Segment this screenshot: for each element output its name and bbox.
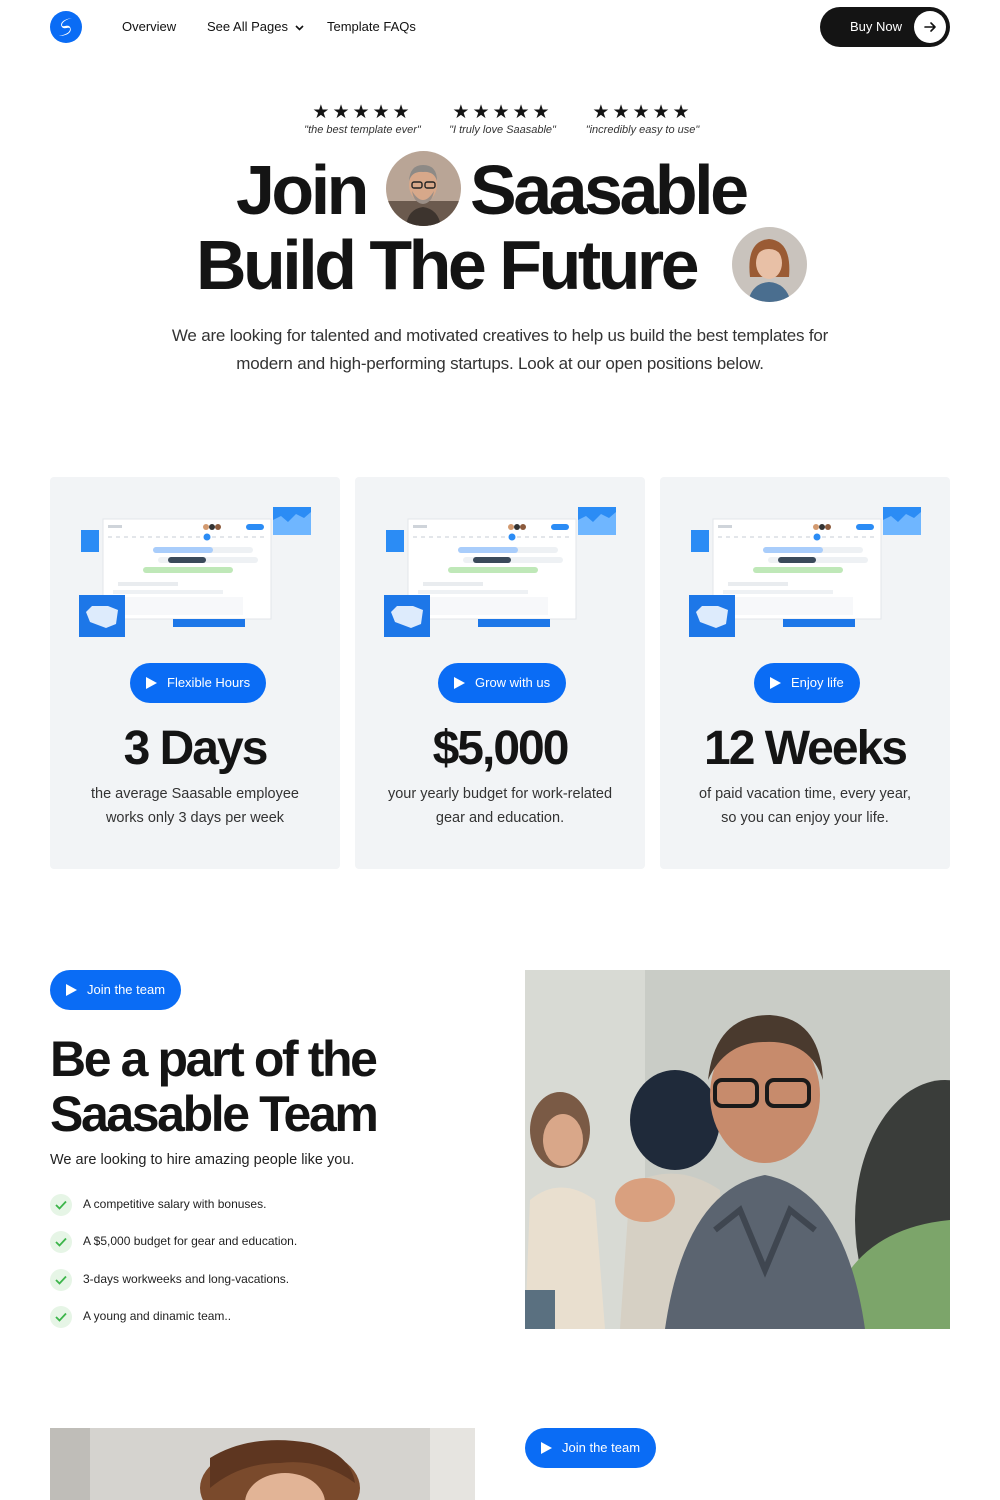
pill-label: Grow with us (475, 675, 551, 690)
pill-label: Flexible Hours (167, 675, 251, 690)
review-1: ★★★★★ "the best template ever" (295, 102, 430, 136)
stat-value: 12 Weeks (704, 722, 908, 775)
star-rating: ★★★★★ (452, 102, 553, 123)
dashboard-mockup-illustration (384, 507, 616, 637)
team-title-line1: Be a part of the (50, 1031, 378, 1087)
pill-label: Join the team (87, 982, 166, 997)
saasable-logo-icon[interactable] (50, 11, 82, 43)
stat-value: $5,000 (432, 722, 570, 775)
team-title-line2: Saasable Team (50, 1086, 379, 1142)
buy-now-button[interactable]: Buy Now (820, 7, 950, 47)
pill-label: Enjoy life (791, 675, 844, 690)
avatar-man (386, 151, 461, 226)
review-quote: "I truly love Saasable" (449, 124, 556, 136)
benefit-card-enjoy-life: Enjoy life 12 Weeks of paid vacation tim… (660, 477, 950, 869)
benefit-card-flexible-hours: Flexible Hours 3 Days the average Saasab… (50, 477, 340, 869)
hero-title-build-the-future: Build The Future (196, 226, 700, 304)
play-icon (146, 677, 157, 689)
nav-link-template-faqs[interactable]: Template FAQs (327, 19, 416, 34)
team-subtitle: We are looking to hire amazing people li… (50, 1152, 355, 1168)
star-rating: ★★★★★ (592, 102, 693, 123)
check-icon (50, 1194, 72, 1216)
hero-description: We are looking for talented and motivate… (171, 326, 829, 373)
chevron-down-icon (295, 24, 304, 31)
stat-description: your yearly budget for work-related gear… (387, 786, 613, 826)
review-3: ★★★★★ "incredibly easy to use" (575, 102, 710, 136)
nav-link-overview[interactable]: Overview (122, 19, 176, 34)
join-the-team-pill-2[interactable]: Join the team (525, 1428, 657, 1468)
nav-link-label: See All Pages (207, 19, 288, 34)
pill-label: Join the team (562, 1440, 641, 1455)
benefit-text: A young and dinamic team.. (83, 1309, 232, 1323)
next-section-title-clipped (525, 1494, 815, 1500)
stat-description: the average Saasable employee works only… (91, 786, 299, 826)
team-title: Be a part of the Saasable Team (50, 1031, 379, 1142)
woman-portrait-photo (50, 1428, 475, 1500)
benefit-text: A competitive salary with bonuses. (83, 1197, 267, 1211)
stat-value: 3 Days (123, 722, 269, 775)
stat-description: of paid vacation time, every year, so yo… (699, 786, 911, 826)
play-icon (770, 677, 781, 689)
top-nav: Overview See All Pages Template FAQs Buy… (0, 0, 1000, 56)
benefit-text: 3-days workweeks and long-vacations. (83, 1272, 290, 1286)
check-icon (50, 1269, 72, 1291)
play-icon (541, 1442, 552, 1454)
grow-with-us-pill[interactable]: Grow with us (438, 663, 567, 703)
team-meeting-photo (525, 970, 950, 1329)
enjoy-life-pill[interactable]: Enjoy life (754, 663, 860, 703)
dashboard-mockup-illustration (79, 507, 311, 637)
hero-title-saasable: Saasable (470, 151, 749, 229)
review-quote: "incredibly easy to use" (585, 124, 700, 136)
dashboard-mockup-illustration (689, 507, 921, 637)
check-icon (50, 1306, 72, 1328)
flexible-hours-pill[interactable]: Flexible Hours (130, 663, 267, 703)
review-quote: "the best template ever" (304, 124, 421, 136)
avatar-woman (732, 227, 807, 302)
review-2: ★★★★★ "I truly love Saasable" (440, 102, 565, 136)
benefit-text: A $5,000 budget for gear and education. (83, 1234, 298, 1248)
check-icon (50, 1231, 72, 1253)
nav-link-see-all-pages[interactable]: See All Pages (207, 19, 304, 34)
benefit-card-grow: Grow with us $5,000 your yearly budget f… (355, 477, 645, 869)
hero-title-join: Join (236, 151, 369, 229)
buy-now-label: Buy Now (850, 19, 903, 34)
play-icon (454, 677, 465, 689)
star-rating: ★★★★★ (312, 102, 413, 123)
arrow-right-icon (914, 11, 946, 43)
play-icon (66, 984, 77, 996)
join-the-team-pill[interactable]: Join the team (50, 970, 182, 1010)
